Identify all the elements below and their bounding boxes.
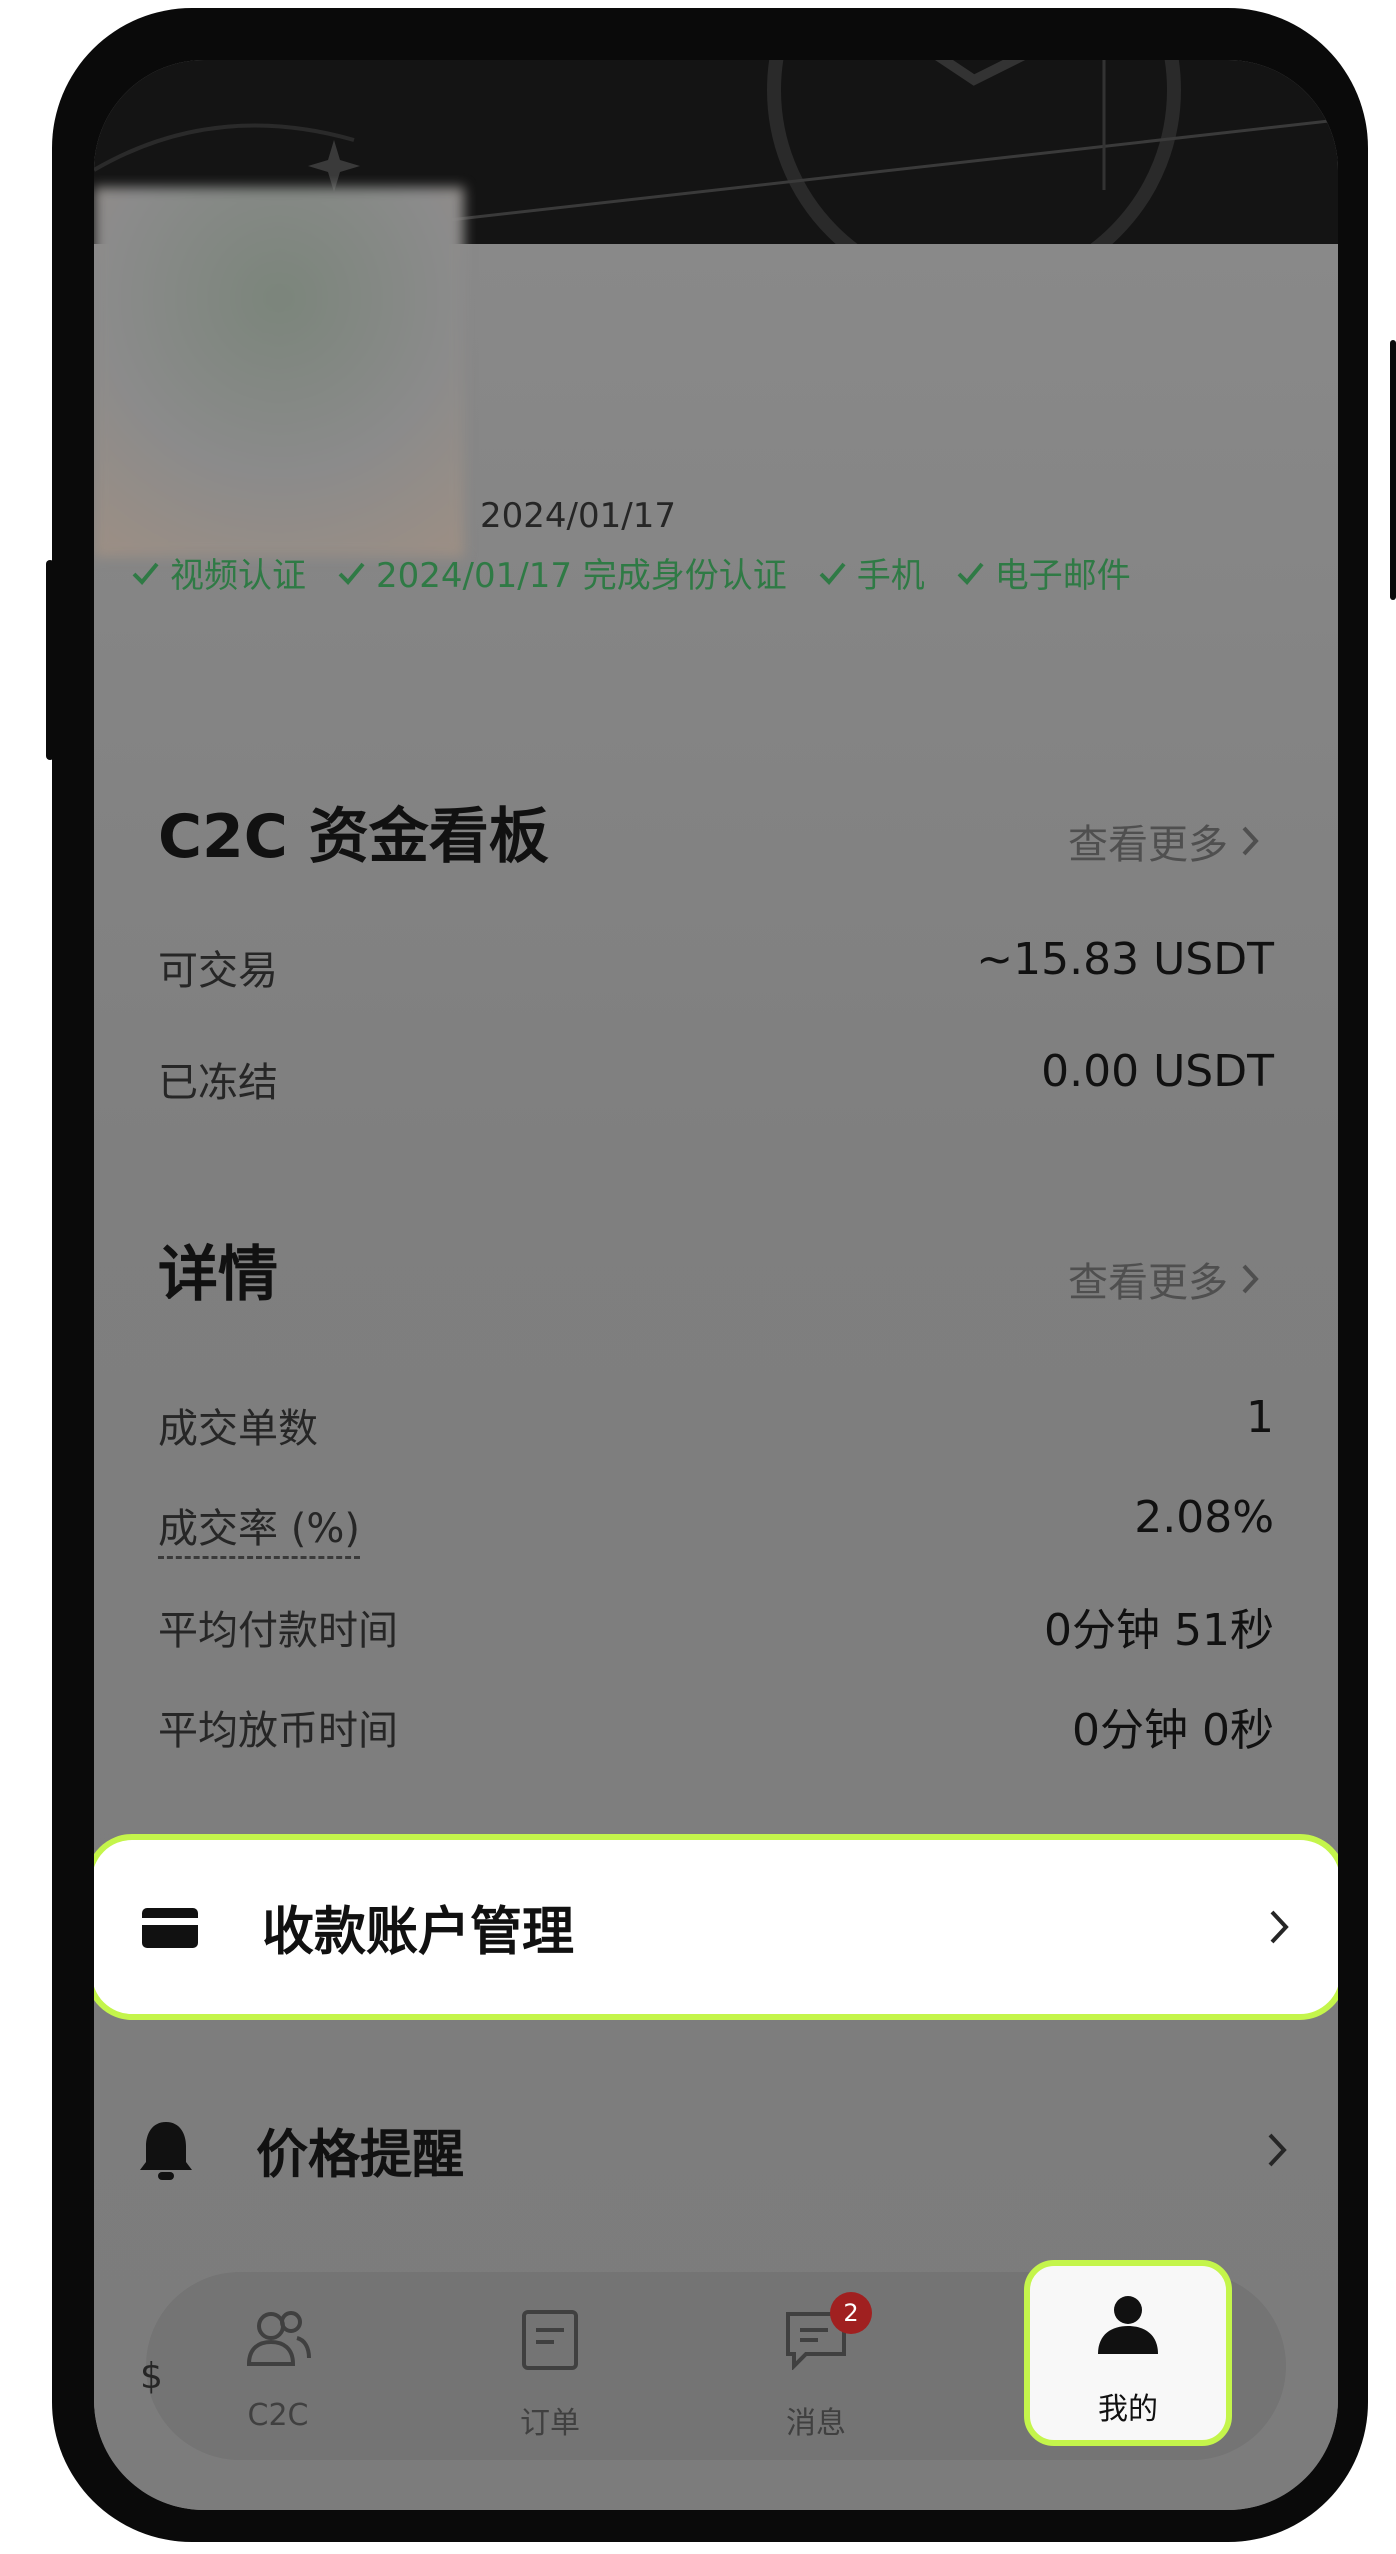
- nav-profile[interactable]: 我的: [1024, 2260, 1232, 2446]
- badge-email: 电子邮件: [955, 548, 1131, 597]
- check-icon: [338, 562, 365, 585]
- funds-title: C2C 资金看板: [158, 802, 549, 872]
- payment-accounts-menu-item[interactable]: 收款账户管理: [94, 1834, 1338, 2020]
- avg-pay-time-label: 平均付款时间: [158, 1608, 398, 1654]
- completion-rate-label[interactable]: 成交率 (%): [158, 1496, 360, 1559]
- nav-label: C2C: [247, 2398, 309, 2433]
- more-label: 查看更多: [1068, 1260, 1228, 1306]
- details-more-link[interactable]: 查看更多: [1068, 1250, 1260, 1308]
- chevron-right-icon: [1242, 826, 1259, 856]
- badge-phone: 手机: [817, 548, 925, 597]
- avg-release-time-value: 0分钟 0秒: [1072, 1705, 1274, 1756]
- nav-label: 订单: [520, 2406, 580, 2441]
- funds-available-value: ~15.83 USDT: [976, 934, 1274, 985]
- details-title: 详情: [158, 1240, 278, 1310]
- nav-label: 消息: [786, 2406, 846, 2441]
- funds-frozen-value: 0.00 USDT: [1041, 1046, 1274, 1097]
- completion-rate-value: 2.08%: [1134, 1492, 1274, 1543]
- avg-pay-time-value: 0分钟 51秒: [1044, 1605, 1274, 1656]
- payment-accounts-label: 收款账户管理: [262, 1902, 575, 1963]
- phone-side-button: [1390, 340, 1396, 600]
- app-screen: 2024/01/17 视频认证 2024/01/17 完成身份认证 手机 电子邮…: [94, 60, 1338, 2510]
- users-icon: [246, 2311, 311, 2366]
- card-icon: [142, 1908, 198, 1948]
- nav-messages[interactable]: 2 消息: [716, 2272, 916, 2460]
- profile-icon: [1098, 2296, 1158, 2354]
- orders-count-value: 1: [1246, 1392, 1274, 1443]
- avg-release-time-label: 平均放币时间: [158, 1708, 398, 1754]
- chevron-right-icon: [1242, 1264, 1259, 1294]
- more-label: 查看更多: [1068, 822, 1228, 868]
- chevron-right-icon: [1270, 1910, 1289, 1944]
- badge-identity: 2024/01/17 完成身份认证: [336, 548, 787, 597]
- check-icon: [132, 562, 159, 585]
- badge-label: 视频认证: [170, 556, 306, 596]
- bell-icon: [140, 2122, 192, 2180]
- nav-c2c[interactable]: C2C: [178, 2272, 378, 2460]
- badge-label: 手机: [856, 556, 925, 596]
- avatar: [94, 187, 464, 557]
- completion-rate-text: 成交率 (%): [158, 1506, 360, 1559]
- badge-label: 2024/01/17 完成身份认证: [376, 556, 787, 596]
- badge-label: 电子邮件: [994, 556, 1131, 596]
- funds-frozen-label: 已冻结: [158, 1060, 278, 1106]
- order-icon: [522, 2310, 578, 2370]
- funds-more-link[interactable]: 查看更多: [1068, 812, 1260, 870]
- verification-badges: 视频认证 2024/01/17 完成身份认证 手机 电子邮件: [130, 548, 1131, 597]
- check-icon: [819, 562, 846, 585]
- funds-available-label: 可交易: [158, 948, 278, 994]
- join-date: 2024/01/17: [480, 496, 676, 536]
- orders-count-label: 成交单数: [158, 1406, 318, 1452]
- chevron-right-icon: [1268, 2133, 1287, 2167]
- notification-badge: 2: [830, 2292, 872, 2334]
- nav-edge-glyph: $: [140, 2356, 163, 2397]
- price-alert-label: 价格提醒: [256, 2125, 465, 2186]
- check-icon: [957, 562, 984, 585]
- nav-label: 我的: [1098, 2392, 1158, 2427]
- badge-video: 视频认证: [130, 548, 306, 597]
- nav-orders[interactable]: 订单: [450, 2272, 650, 2460]
- phone-volume-button: [46, 560, 54, 760]
- price-alert-menu-item[interactable]: 价格提醒: [94, 2080, 1338, 2220]
